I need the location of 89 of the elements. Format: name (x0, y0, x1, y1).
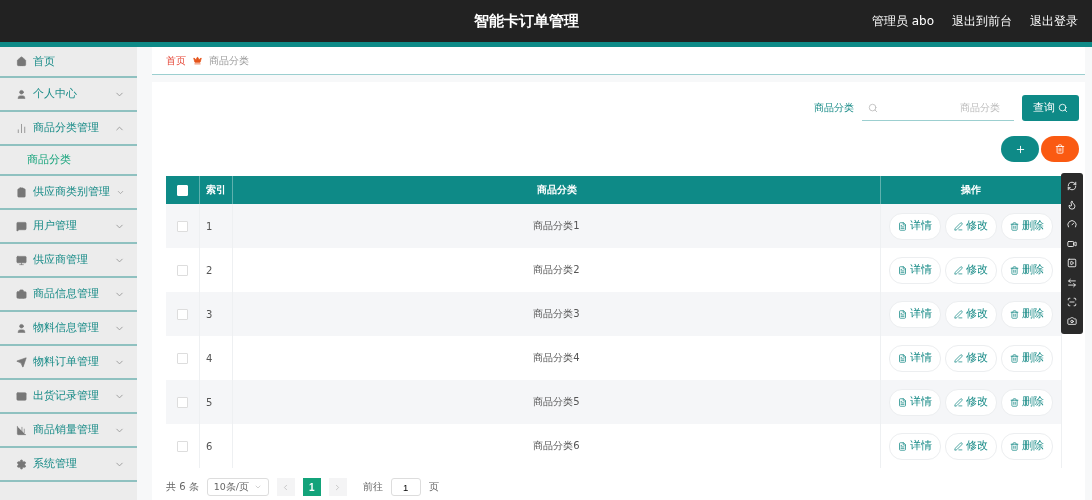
total-count: 共 6 条 (166, 480, 199, 494)
pencil-icon (954, 265, 963, 275)
column-header: 商品分类 (232, 176, 881, 204)
action-button[interactable]: 删除 (1001, 388, 1053, 416)
document-icon (898, 309, 907, 319)
search-label: 商品分类 (814, 101, 854, 115)
action-button[interactable]: 详情 (889, 388, 941, 416)
trash-icon (1010, 309, 1019, 319)
toolbar-icon[interactable] (1067, 296, 1077, 307)
document-icon (898, 221, 907, 231)
menu-icon (16, 322, 27, 334)
action-button[interactable]: 删除 (1001, 344, 1053, 372)
column-header: 操作 (880, 176, 1062, 204)
menu-icon (16, 220, 27, 232)
action-button[interactable]: 详情 (889, 300, 941, 328)
action-button[interactable]: 详情 (889, 344, 941, 372)
search-icon (1058, 103, 1068, 113)
menu-icon (16, 288, 27, 300)
search-button[interactable]: 查询 (1022, 95, 1079, 121)
action-button[interactable]: 修改 (945, 256, 997, 284)
action-button[interactable]: 详情 (889, 432, 941, 460)
crown-icon (193, 56, 202, 65)
pencil-icon (954, 221, 963, 231)
action-button[interactable]: 删除 (1001, 256, 1053, 284)
goto-page-field[interactable]: 1 (390, 478, 421, 496)
pencil-icon (954, 441, 963, 451)
menu-icon (16, 88, 27, 100)
user-name: 管理员 abo (871, 12, 934, 30)
document-icon (898, 397, 907, 407)
page-size-select[interactable]: 10条/页 (206, 478, 269, 496)
goto-label: 前往 (362, 480, 383, 494)
toolbar-icon[interactable] (1067, 277, 1077, 288)
menu-icon (16, 122, 27, 134)
header-link[interactable]: 退出到前台 (952, 12, 1012, 30)
checkbox[interactable] (177, 396, 188, 408)
checkbox[interactable] (177, 264, 188, 276)
column-header: 索引 (199, 176, 233, 204)
trash-icon (1010, 353, 1019, 363)
checkbox[interactable] (177, 220, 188, 232)
checkbox[interactable] (177, 440, 188, 452)
toolbar-icon[interactable] (1067, 219, 1077, 230)
menu-icon (16, 390, 27, 402)
menu-icon (16, 424, 27, 436)
action-button[interactable]: 修改 (945, 344, 997, 372)
document-icon (898, 353, 907, 363)
action-button[interactable]: 删除 (1001, 300, 1053, 328)
action-button[interactable]: 修改 (945, 300, 997, 328)
menu-icon (16, 254, 27, 266)
table-cell: 商品分类6 (232, 424, 881, 468)
page-suffix: 页 (428, 480, 439, 494)
trash-icon (1010, 221, 1019, 231)
action-button[interactable]: 删除 (1001, 212, 1053, 240)
menu-icon (16, 458, 27, 470)
checkbox[interactable] (177, 352, 188, 364)
menu-icon (16, 56, 27, 67)
menu-icon (16, 356, 27, 368)
trash-icon (1010, 441, 1019, 451)
pencil-icon (954, 309, 963, 319)
plus-icon (1014, 143, 1026, 155)
document-icon (898, 441, 907, 451)
pencil-icon (954, 353, 963, 363)
breadcrumb-item: 商品分类 (209, 53, 249, 68)
menu-icon (16, 186, 27, 198)
chevron-down-icon (253, 483, 262, 491)
app-title: 智能卡订单管理 (473, 11, 581, 31)
action-button[interactable]: 删除 (1001, 432, 1053, 460)
trash-icon (1010, 397, 1019, 407)
page-button[interactable]: 1 (302, 478, 321, 496)
action-button[interactable]: 详情 (889, 256, 941, 284)
table-cell: 6 (199, 424, 233, 468)
toolbar-icon[interactable] (1067, 200, 1077, 211)
header-link[interactable]: 退出登录 (1030, 12, 1078, 30)
breadcrumb-item[interactable]: 首页 (166, 53, 186, 68)
toolbar-icon[interactable] (1067, 180, 1077, 191)
toolbar-icon[interactable] (1067, 238, 1077, 249)
search-icon (868, 103, 878, 113)
toolbar-icon[interactable] (1067, 316, 1077, 327)
document-icon (898, 265, 907, 275)
add-button[interactable] (1001, 136, 1039, 162)
trash-icon (1010, 265, 1019, 275)
delete-button[interactable] (1041, 136, 1079, 162)
pencil-icon (954, 397, 963, 407)
checkbox[interactable] (177, 308, 188, 320)
toolbar-icon[interactable] (1067, 258, 1077, 269)
action-button[interactable]: 修改 (945, 212, 997, 240)
trash-icon (1055, 144, 1065, 154)
action-button[interactable]: 修改 (945, 388, 997, 416)
action-button[interactable]: 详情 (889, 212, 941, 240)
action-button[interactable]: 修改 (945, 432, 997, 460)
